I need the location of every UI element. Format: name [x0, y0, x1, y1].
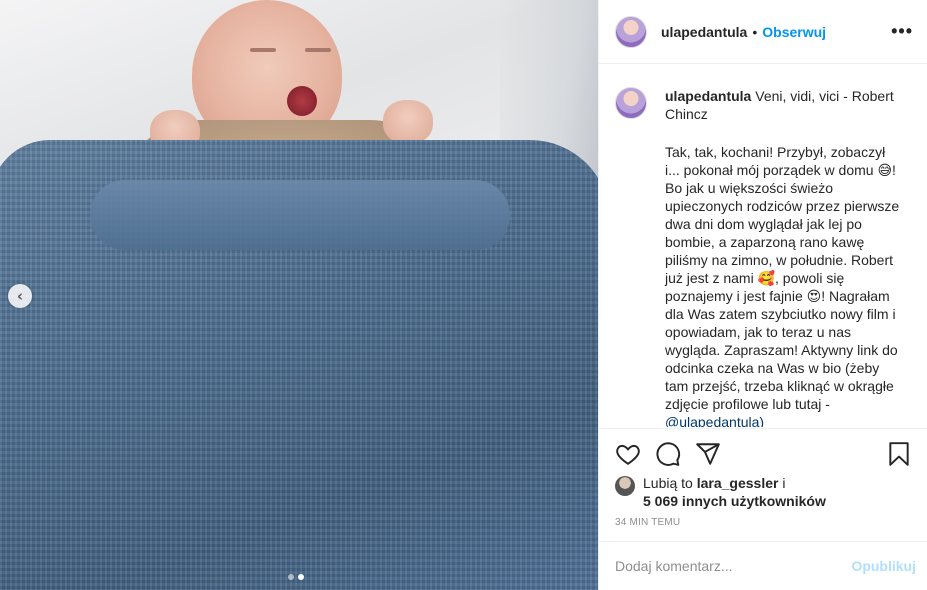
likes-text: Lubią to lara_gessler i 5 069 innych uży… [643, 474, 826, 510]
liker-username-link[interactable]: lara_gessler [697, 475, 779, 491]
caption-body-text: Tak, tak, kochani! Przybył, zobaczył i..… [665, 144, 904, 412]
post-photo[interactable]: ‹ [0, 0, 598, 590]
carousel-dot [288, 574, 294, 580]
photo-blanket-fold [90, 180, 510, 250]
caption-title-line: ulapedantula Veni, vidi, vici - Robert C… [665, 87, 900, 123]
liker-avatar[interactable] [615, 476, 635, 496]
publish-button[interactable]: Opublikuj [851, 558, 916, 574]
photo-baby-eye-left [250, 48, 276, 52]
photo-baby-hand-right [383, 100, 433, 144]
photo-baby-eye-right [305, 48, 331, 52]
caption-header: ulapedantula Veni, vidi, vici - Robert C… [615, 87, 912, 123]
comment-box: Dodaj komentarz... Opublikuj [599, 541, 927, 590]
caption-username-link[interactable]: ulapedantula [665, 88, 751, 104]
photo-baby-mouth [287, 86, 317, 116]
caption-avatar[interactable] [615, 87, 647, 119]
comment-icon[interactable] [655, 441, 681, 467]
caption-mention-link[interactable]: @ulapedantula) [665, 414, 764, 427]
header-separator: • [752, 23, 758, 40]
caption-area: ulapedantula Veni, vidi, vici - Robert C… [599, 65, 927, 427]
likes-summary: Lubią to lara_gessler i 5 069 innych uży… [615, 474, 826, 510]
carousel-prev-button[interactable]: ‹ [8, 284, 32, 308]
caption-body: Tak, tak, kochani! Przybył, zobaczył i..… [665, 143, 902, 427]
heart-icon[interactable] [615, 441, 641, 467]
follow-button[interactable]: Obserwuj [762, 24, 826, 40]
likes-and: i [782, 475, 786, 491]
post-header: ulapedantula • Obserwuj ••• [599, 0, 927, 64]
bookmark-icon[interactable] [886, 441, 912, 467]
post-timestamp[interactable]: 34 MIN TEMU [615, 517, 680, 528]
avatar[interactable] [615, 15, 647, 48]
comment-input[interactable]: Dodaj komentarz... [615, 558, 851, 574]
carousel-indicator [288, 574, 304, 580]
likes-count-link[interactable]: 5 069 innych użytkowników [643, 493, 826, 509]
more-options-icon[interactable]: ••• [891, 21, 913, 42]
action-bar [599, 428, 927, 478]
likes-prefix: Lubią to [643, 475, 693, 491]
username-link[interactable]: ulapedantula [661, 24, 747, 40]
carousel-dot-active [298, 574, 304, 580]
share-icon[interactable] [695, 441, 721, 467]
post-side-panel: ulapedantula • Obserwuj ••• ulapedantula… [598, 0, 927, 590]
